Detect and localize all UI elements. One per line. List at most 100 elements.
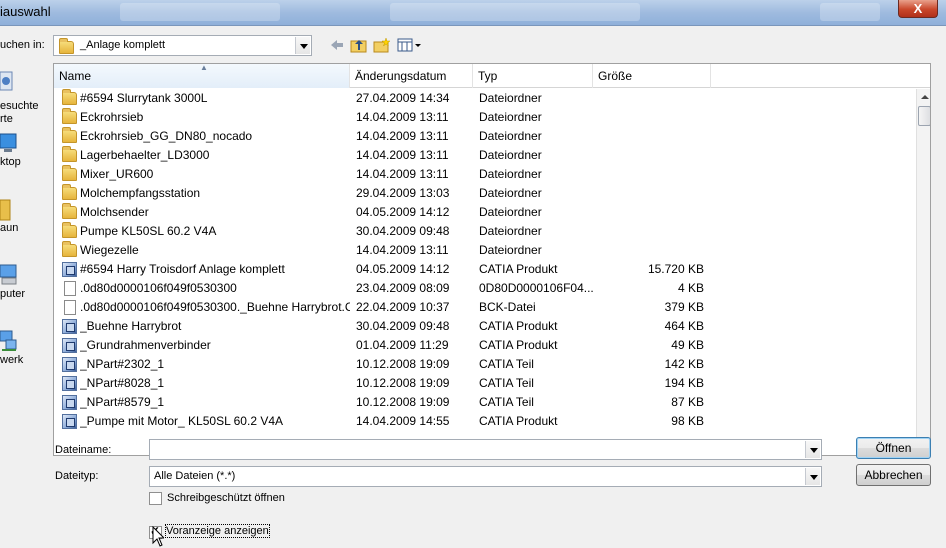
- title-bar-reflection-2: [390, 3, 640, 21]
- chevron-down-icon[interactable]: [805, 441, 820, 458]
- file-row[interactable]: Wiegezelle 14.04.2009 13:11 Dateiordner: [54, 241, 916, 260]
- column-name[interactable]: ▲ Name: [54, 64, 350, 88]
- chevron-down-icon[interactable]: [295, 37, 310, 54]
- file-row[interactable]: Lagerbehaelter_LD3000 14.04.2009 13:11 Dat…: [54, 146, 916, 165]
- file-icon: [62, 281, 78, 296]
- file-name: Mixer_UR600: [80, 167, 154, 181]
- file-row[interactable]: .0d80d0000106f049f0530300 23.04.2009 08:0…: [54, 279, 916, 298]
- file-name: Lagerbehaelter_LD3000: [80, 148, 210, 162]
- file-name: _NPart#2302_1: [80, 357, 165, 371]
- title-bar-reflection: [120, 3, 280, 21]
- places-bar: esuchte rte ktop aun puter werk: [0, 66, 50, 426]
- file-type: Dateiordner: [479, 205, 542, 219]
- sort-ascending-icon: ▲: [200, 63, 208, 72]
- dialog-body: uchen in: _Anlage komplett esuchte rte k…: [0, 26, 946, 548]
- network-icon: [0, 328, 18, 354]
- view-menu-button[interactable]: [397, 37, 423, 55]
- place-label: aun: [0, 222, 19, 234]
- view-menu-icon: [397, 38, 421, 52]
- cancel-button[interactable]: Abbrechen: [856, 464, 931, 486]
- file-list[interactable]: ▲ Name Änderungsdatum Typ Größe #6594 Sl…: [53, 63, 931, 456]
- folder-icon: [62, 165, 78, 182]
- file-name: Molchsender: [80, 205, 149, 219]
- catia-file-icon: [62, 338, 78, 353]
- file-date: 01.04.2009 11:29: [356, 338, 449, 352]
- file-date: 14.04.2009 13:11: [356, 148, 449, 162]
- file-name: _Buehne Harrybrot: [80, 319, 182, 333]
- filename-label: Dateiname:: [55, 444, 112, 456]
- file-date: 30.04.2009 09:48: [356, 319, 450, 333]
- file-row[interactable]: Molchsender 04.05.2009 14:12 Dateiordner: [54, 203, 916, 222]
- file-size: 464 KB: [664, 319, 704, 333]
- scroll-up-icon[interactable]: [917, 89, 930, 105]
- chevron-down-icon[interactable]: [805, 468, 820, 485]
- file-date: 14.04.2009 13:11: [356, 129, 449, 143]
- place-label: puter: [0, 288, 26, 300]
- scroll-thumb[interactable]: [918, 106, 930, 126]
- file-icon: [62, 300, 78, 315]
- file-date: 27.04.2009 14:34: [356, 91, 450, 105]
- file-row[interactable]: .0d80d0000106f049f0530300._Buehne Harryb…: [54, 298, 916, 317]
- column-size-label: Größe: [598, 69, 633, 83]
- column-type-label: Typ: [478, 69, 498, 83]
- file-size: 98 KB: [671, 414, 704, 428]
- file-name: Molchempfangsstation: [80, 186, 201, 200]
- catia-file-icon: [62, 357, 78, 372]
- file-row[interactable]: Eckrohrsieb_GG_DN80_nocado 14.04.2009 13:…: [54, 127, 916, 146]
- vertical-scrollbar[interactable]: [916, 89, 930, 455]
- back-button[interactable]: [330, 38, 344, 56]
- file-date: 10.12.2008 19:09: [356, 357, 450, 371]
- file-name: _Grundrahmenverbinder: [80, 338, 211, 352]
- filetype-combo[interactable]: Alle Dateien (*.*): [149, 466, 822, 487]
- file-name: Pumpe KL50SL 60.2 V4A: [80, 224, 217, 238]
- folder-icon: [62, 222, 78, 239]
- file-date: 10.12.2008 19:09: [356, 395, 450, 409]
- file-size: 15.720 KB: [647, 262, 704, 276]
- column-date[interactable]: Änderungsdatum: [350, 64, 473, 88]
- filetype-label: Dateityp:: [55, 470, 99, 482]
- column-date-label: Änderungsdatum: [355, 69, 447, 83]
- file-name: _NPart#8579_1: [80, 395, 165, 409]
- title-bar: iauswahl X: [0, 0, 946, 26]
- file-date: 04.05.2009 14:12: [356, 262, 450, 276]
- folder-icon: [62, 184, 78, 201]
- look-in-value: _Anlage komplett: [80, 39, 165, 51]
- file-type: 0D80D0000106F04...: [479, 281, 594, 295]
- file-type: Dateiordner: [479, 91, 542, 105]
- folder-icon: [62, 241, 78, 258]
- open-button[interactable]: Öffnen: [856, 437, 931, 459]
- close-button[interactable]: X: [898, 0, 938, 18]
- look-in-combo[interactable]: _Anlage komplett: [53, 35, 312, 56]
- file-row[interactable]: Molchempfangsstation 29.04.2009 13:03 Date…: [54, 184, 916, 203]
- file-row[interactable]: _NPart#2302_1 10.12.2008 19:09 CATIA Teil 1…: [54, 355, 916, 374]
- up-folder-icon: [350, 40, 367, 53]
- readonly-checkbox[interactable]: [149, 492, 162, 505]
- look-in-label: uchen in:: [0, 39, 45, 51]
- filename-combo[interactable]: [149, 439, 822, 460]
- file-type: CATIA Produkt: [479, 319, 558, 333]
- place-label: esuchte rte: [0, 100, 39, 125]
- file-row[interactable]: _NPart#8028_1 10.12.2008 19:09 CATIA Teil 1…: [54, 374, 916, 393]
- file-date: 14.04.2009 14:55: [356, 414, 450, 428]
- file-row[interactable]: _NPart#8579_1 10.12.2008 19:09 CATIA Teil 8…: [54, 393, 916, 412]
- new-folder-button[interactable]: [373, 37, 391, 55]
- file-date: 30.04.2009 09:48: [356, 224, 450, 238]
- folder-icon: [62, 203, 78, 220]
- file-name: Eckrohrsieb_GG_DN80_nocado: [80, 129, 253, 143]
- file-row[interactable]: Mixer_UR600 14.04.2009 13:11 Dateiordner: [54, 165, 916, 184]
- file-row[interactable]: #6594 Harry Troisdorf Anlage komplett 04.…: [54, 260, 916, 279]
- file-row[interactable]: _Grundrahmenverbinder 01.04.2009 11:29 CAT…: [54, 336, 916, 355]
- readonly-label[interactable]: Schreibgeschützt öffnen: [167, 492, 285, 504]
- file-row[interactable]: #6594 Slurrytank 3000L 27.04.2009 14:34 Da…: [54, 89, 916, 108]
- column-type[interactable]: Typ: [473, 64, 593, 88]
- file-row[interactable]: _Buehne Harrybrot 30.04.2009 09:48 CATIA P…: [54, 317, 916, 336]
- column-size[interactable]: Größe: [593, 64, 711, 88]
- file-row[interactable]: Pumpe KL50SL 60.2 V4A 30.04.2009 09:48 Dat…: [54, 222, 916, 241]
- folder-icon: [62, 127, 78, 144]
- file-row[interactable]: Eckrohrsieb 14.04.2009 13:11 Dateiordner: [54, 108, 916, 127]
- up-folder-button[interactable]: [350, 37, 368, 55]
- file-row[interactable]: _Pumpe mit Motor_ KL50SL 60.2 V4A 14.04.2…: [54, 412, 916, 431]
- preview-label[interactable]: Voranzeige anzeigen: [165, 524, 270, 538]
- file-type: CATIA Teil: [479, 357, 534, 371]
- file-type: Dateiordner: [479, 129, 542, 143]
